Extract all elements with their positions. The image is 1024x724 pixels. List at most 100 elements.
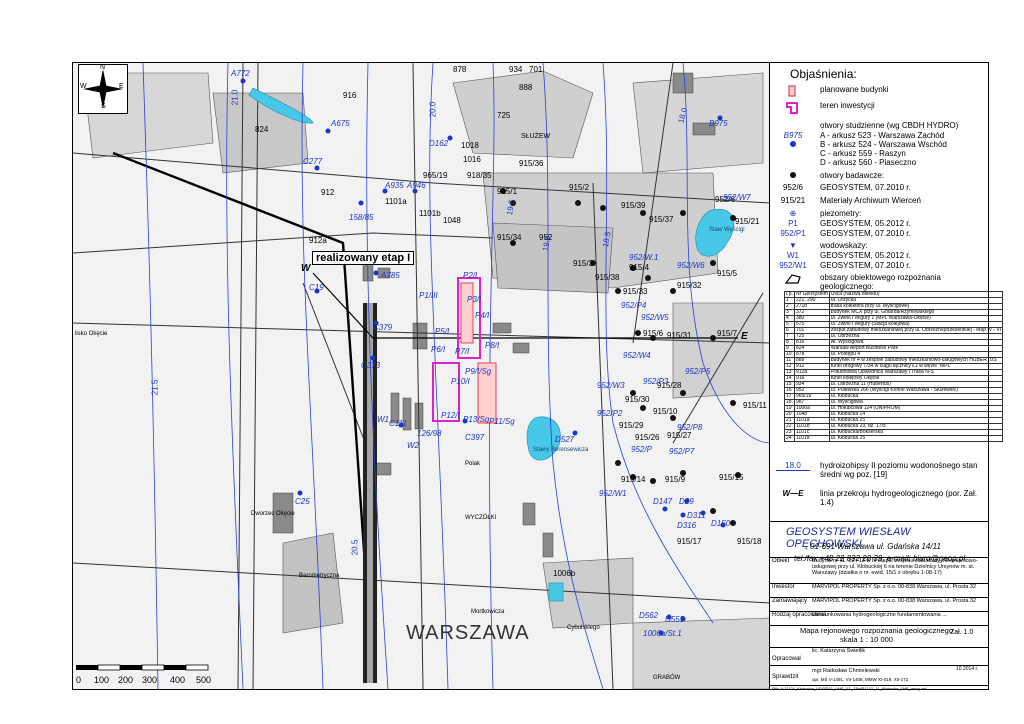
piezometer-label: 952/W.1: [629, 253, 659, 262]
well-label: D29: [679, 497, 694, 506]
investment-area-icon: [776, 101, 810, 117]
plot-label: 912a: [309, 236, 327, 245]
city-label: WARSZAWA: [406, 622, 530, 644]
plot-label: 915/3: [573, 259, 594, 268]
well-label: W2: [407, 441, 419, 450]
plot-label: 915/7: [717, 329, 738, 338]
piezometer-label: P13/Sg: [463, 415, 490, 424]
map-drawing: [73, 63, 770, 689]
company-address: 01-691 Warszawa ul. Gdańska 14/11: [810, 542, 941, 551]
planned-building-icon: [776, 85, 810, 99]
isohypse-label: 21.5: [150, 379, 160, 396]
meta-orderer: Zamawiający MARVIPOL PROPERTY Sp. z o.o.…: [770, 597, 988, 612]
plot-label: 915/15: [719, 473, 744, 482]
meta-investor: Inwestor MARVIPOL PROPERTY Sp. z o.o. 00…: [770, 583, 988, 598]
well-label: C277: [303, 157, 323, 166]
meta-study: Rodzaj opracowania Uwarunkowania hydroge…: [770, 611, 988, 626]
plot-label: 915/21: [735, 217, 760, 226]
plot-label: 824: [255, 125, 269, 134]
map-sheet: 824 912 912a 1048 952 725 878 934 888 70…: [0, 0, 1024, 724]
plot-label: 915/18: [737, 537, 762, 546]
scale-label: 0: [76, 675, 82, 685]
compass-w: W: [80, 83, 87, 90]
piezometer-label: P8/I: [485, 341, 500, 350]
piezometer-label: P2/I: [463, 271, 478, 280]
plot-label: 915/29: [619, 421, 644, 430]
piezometer-label: 952/P5: [685, 367, 711, 376]
well-label: D162: [429, 139, 449, 148]
plot-label: 915/9: [665, 475, 686, 484]
plot-label: 888: [519, 83, 533, 92]
well-label: A772: [231, 69, 250, 78]
well-label: C373: [361, 361, 381, 370]
compass-n: N: [100, 64, 106, 71]
piezometer-label: P4/I: [475, 311, 490, 320]
plot-label: 915/1: [497, 187, 518, 196]
well-label: D527: [555, 435, 575, 444]
piezometer-label: P5/I: [435, 327, 450, 336]
piezometer-label: 952/W4: [623, 351, 651, 360]
piezometer-label: P9/I/Sg: [465, 367, 492, 376]
well-label: D150: [711, 519, 731, 528]
place-label: GRABÓW: [653, 675, 681, 681]
map-area[interactable]: 824 912 912a 1048 952 725 878 934 888 70…: [72, 62, 771, 690]
section-line-icon: W—E: [782, 489, 804, 498]
plot-label: 1048: [443, 216, 461, 225]
plot-label: 915/33: [623, 287, 648, 296]
plot-label: 918/35: [467, 171, 492, 180]
well-label: D316: [677, 521, 697, 530]
piezometer-label: 952/P7: [669, 447, 695, 456]
plot-label: 915/6: [643, 329, 664, 338]
meta-map: Mapa rejonowego rozpoznania geologiczneg…: [770, 625, 988, 648]
isohypse-icon: 18.0: [776, 461, 810, 471]
scale-label: 100: [94, 675, 110, 685]
compass-e: E: [119, 83, 124, 90]
well-label: D555: [665, 615, 685, 624]
plot-label: 915/11: [743, 401, 767, 410]
section-marker-w: W: [301, 263, 311, 274]
stage-callout: realizowany etap I: [312, 251, 415, 265]
isohypse-label: 20.5: [350, 539, 360, 556]
well-dot-icon: [776, 140, 810, 150]
table-cell: 24: [784, 435, 795, 442]
table-cell: budynek nr 4 w zespole zabudowy mieszkan…: [828, 357, 1004, 364]
place-label: Mortkowicza: [471, 609, 505, 615]
well-label: A946: [407, 181, 426, 190]
piezometer-label: P7/I: [455, 347, 470, 356]
plot-label: 915/2: [569, 183, 590, 192]
well-label: D562: [639, 611, 659, 620]
piezometer-label: 952/P8: [677, 423, 703, 432]
plot-label: 915/10: [653, 407, 678, 416]
plot-label: 912: [321, 188, 335, 197]
isohypse-label: 20.0: [428, 101, 438, 118]
plot-label: 915/27: [667, 431, 692, 440]
plot-label: 915/14: [621, 475, 646, 484]
meta-checked: Sprawdził mgr Radosław Chmielewski upr. …: [770, 665, 988, 686]
plot-label: 1018: [461, 141, 479, 150]
place-label: Polak: [465, 461, 481, 467]
place-label: WYCZÓŁKI: [465, 515, 497, 521]
compass-s: S: [101, 103, 106, 110]
piezometer-icon: ⊕: [789, 209, 797, 218]
plot-label: 915/37: [649, 215, 674, 224]
isohypse-label: 21.0: [230, 89, 240, 106]
plot-label: 934: [509, 65, 523, 74]
place-label: SŁUŻEW: [521, 133, 551, 140]
piezometer-label: P3/I: [467, 295, 482, 304]
plot-label: 1016: [463, 155, 481, 164]
piezometer-label: 952/W3: [597, 381, 625, 390]
plot-label: 1101b: [419, 209, 441, 218]
table-cell: ul. Kłobucka 25: [828, 435, 1004, 442]
well-label: A935: [385, 181, 404, 190]
piezometer-label: 952/W1: [599, 489, 627, 498]
well-label: 1006a/St.1: [643, 629, 682, 638]
plot-label: 915/38: [595, 273, 620, 282]
well-label: C25: [295, 497, 310, 506]
meta-file: Plik: X:11101_Kłobucka_UGGP\11_UHF_\11_1…: [770, 685, 988, 692]
plot-label: 915/31: [667, 331, 692, 340]
plot-label: 915/4: [629, 263, 650, 272]
well-label: A675: [331, 119, 350, 128]
table-cell: zespół zabudowy mieszkaniowej przy ul. O…: [828, 327, 1004, 334]
place-label: Stawy Berensewicza: [533, 447, 589, 453]
plot-label: 915/30: [625, 395, 650, 404]
